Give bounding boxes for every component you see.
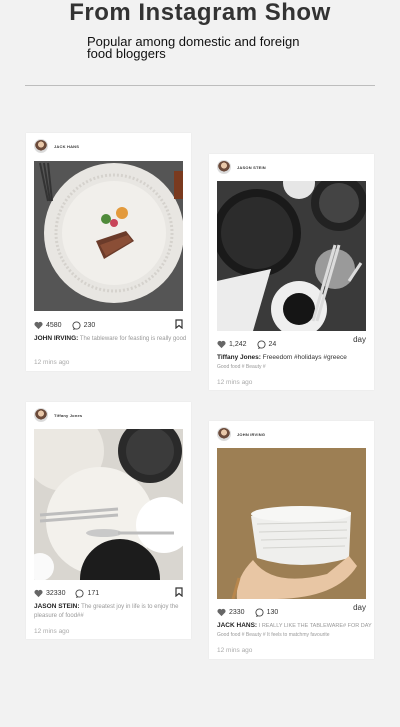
plate-image: [34, 429, 183, 580]
post-caption: JASON STEIN: The greatest joy in life is…: [34, 602, 179, 621]
post-time: 12 mins ago: [217, 647, 253, 654]
comment-count: 130: [266, 608, 279, 616]
post-caption: JACK HANS: I REALLY LIKE THE TABLEWARE# …: [217, 621, 372, 639]
bowl-image: [217, 448, 366, 599]
heart-icon[interactable]: [34, 589, 43, 598]
post-header: JOHN IRVING: [217, 427, 265, 441]
username[interactable]: JOHN IRVING: [237, 432, 265, 437]
caption-author[interactable]: Tiffany Jones:: [217, 354, 261, 361]
post-caption: JOHN IRVING: The tableware for feasting …: [34, 334, 189, 344]
avatar[interactable]: [217, 427, 231, 441]
caption-text: I REALLY LIKE THE TABLEWARE# FOR DAY: [258, 623, 372, 629]
caption-text: Freeedom #holidays #greece: [262, 354, 347, 361]
post-stats: 1,242 24 day: [217, 335, 366, 349]
bookmark-icon[interactable]: [175, 319, 183, 329]
comment-count: 171: [87, 589, 100, 597]
post-caption: Tiffany Jones: Freeedom #holidays #greec…: [217, 353, 372, 371]
like-count: 4580: [46, 321, 62, 329]
post-header: Tiffany Jones: [34, 408, 82, 422]
post-stats: 4580 230: [34, 319, 183, 330]
comment-icon[interactable]: [256, 339, 266, 349]
post-photo[interactable]: [217, 448, 366, 599]
post-time: 12 mins ago: [34, 359, 70, 366]
post-card[interactable]: JASON STEIN 1,242 24 day Tiffany Jones: …: [209, 154, 374, 390]
caption-text: The tableware for feasting is really goo…: [79, 336, 187, 342]
post-stats: 32330 171: [34, 587, 183, 598]
post-photo[interactable]: [217, 181, 366, 331]
day-label: day: [353, 603, 366, 612]
bookmark-icon[interactable]: [175, 587, 183, 597]
username[interactable]: JASON STEIN: [237, 165, 266, 170]
comment-icon[interactable]: [75, 588, 85, 598]
post-card[interactable]: Tiffany Jones 32330 171 JASON STEIN: The…: [26, 402, 191, 639]
username[interactable]: JACK HANS: [54, 144, 79, 149]
divider: [25, 85, 375, 86]
plate-image: [34, 161, 183, 311]
caption-author[interactable]: JACK HANS:: [217, 622, 257, 629]
post-card[interactable]: JOHN IRVING 2330 130 day JACK HANS: I RE…: [209, 421, 374, 659]
comment-icon[interactable]: [72, 320, 81, 330]
page-title: From Instagram Show: [69, 0, 331, 26]
comment-count: 230: [83, 321, 96, 329]
heart-icon[interactable]: [34, 321, 43, 330]
comment-count: 24: [268, 340, 277, 348]
caption-tags: Good food # Beauty # It feels to matchmy…: [217, 632, 330, 638]
caption-tags: Good food # Beauty #: [217, 364, 266, 370]
post-header: JASON STEIN: [217, 160, 266, 174]
comment-icon[interactable]: [255, 607, 264, 617]
caption-author[interactable]: JOHN IRVING:: [34, 335, 78, 342]
post-time: 12 mins ago: [217, 379, 253, 386]
post-photo[interactable]: [34, 161, 183, 311]
avatar[interactable]: [34, 408, 48, 422]
heart-icon[interactable]: [217, 608, 226, 617]
like-count: 2330: [229, 608, 245, 616]
caption-author[interactable]: JASON STEIN:: [34, 603, 80, 610]
post-header: JACK HANS: [34, 139, 79, 153]
like-count: 32330: [46, 589, 66, 597]
heart-icon[interactable]: [217, 340, 226, 349]
like-count: 1,242: [229, 340, 247, 348]
page-subtitle: Popular among domestic and foreign food …: [87, 34, 300, 61]
post-stats: 2330 130 day: [217, 603, 366, 617]
day-label: day: [353, 335, 366, 344]
post-card[interactable]: JACK HANS 4580 230 JOHN IRVING: The tabl…: [26, 133, 191, 371]
avatar[interactable]: [217, 160, 231, 174]
plate-image: [217, 181, 366, 331]
avatar[interactable]: [34, 139, 48, 153]
username[interactable]: Tiffany Jones: [54, 413, 82, 418]
post-time: 12 mins ago: [34, 628, 70, 635]
post-photo[interactable]: [34, 429, 183, 580]
